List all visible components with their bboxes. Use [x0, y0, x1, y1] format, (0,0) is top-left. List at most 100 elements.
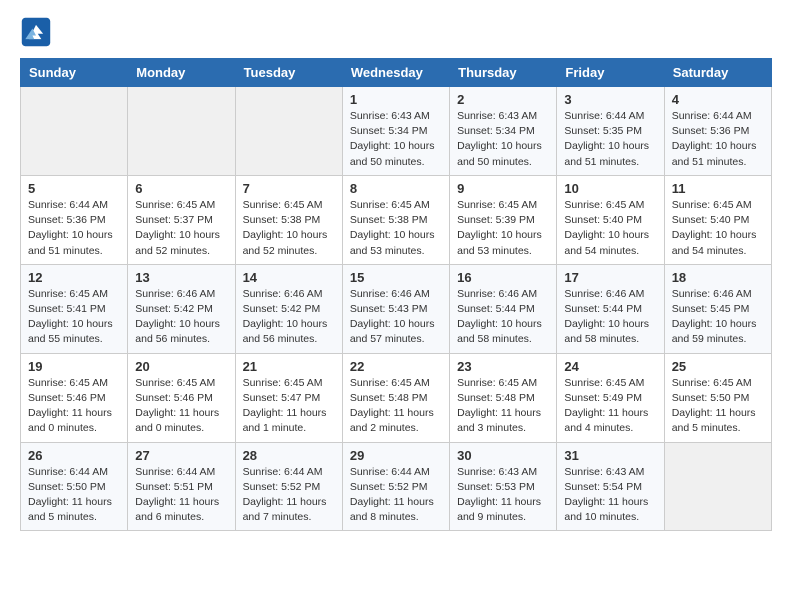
day-number: 31 — [564, 448, 656, 463]
calendar-cell: 29 Sunrise: 6:44 AMSunset: 5:52 PMDayligh… — [342, 442, 449, 531]
day-info: Sunrise: 6:45 AMSunset: 5:46 PMDaylight:… — [28, 376, 120, 437]
day-info: Sunrise: 6:46 AMSunset: 5:43 PMDaylight:… — [350, 287, 442, 348]
day-info: Sunrise: 6:43 AMSunset: 5:53 PMDaylight:… — [457, 465, 549, 526]
calendar-week-4: 19 Sunrise: 6:45 AMSunset: 5:46 PMDayligh… — [21, 353, 772, 442]
calendar-cell — [235, 87, 342, 176]
calendar-header-friday: Friday — [557, 59, 664, 87]
calendar-week-5: 26 Sunrise: 6:44 AMSunset: 5:50 PMDayligh… — [21, 442, 772, 531]
day-number: 9 — [457, 181, 549, 196]
day-number: 23 — [457, 359, 549, 374]
day-info: Sunrise: 6:45 AMSunset: 5:50 PMDaylight:… — [672, 376, 764, 437]
calendar-cell: 31 Sunrise: 6:43 AMSunset: 5:54 PMDayligh… — [557, 442, 664, 531]
calendar-cell: 3 Sunrise: 6:44 AMSunset: 5:35 PMDaylight… — [557, 87, 664, 176]
calendar-cell: 10Sunrise: 6:45 AMSunset: 5:40 PMDayligh… — [557, 175, 664, 264]
day-number: 8 — [350, 181, 442, 196]
calendar-cell: 11 Sunrise: 6:45 AMSunset: 5:40 PMDayligh… — [664, 175, 771, 264]
day-number: 5 — [28, 181, 120, 196]
day-number: 7 — [243, 181, 335, 196]
day-number: 6 — [135, 181, 227, 196]
day-info: Sunrise: 6:44 AMSunset: 5:50 PMDaylight:… — [28, 465, 120, 526]
calendar-cell: 17 Sunrise: 6:46 AMSunset: 5:44 PMDayligh… — [557, 264, 664, 353]
calendar-week-3: 12Sunrise: 6:45 AMSunset: 5:41 PMDayligh… — [21, 264, 772, 353]
calendar-cell: 30Sunrise: 6:43 AMSunset: 5:53 PMDayligh… — [450, 442, 557, 531]
day-info: Sunrise: 6:44 AMSunset: 5:36 PMDaylight:… — [672, 109, 764, 170]
calendar-cell: 13Sunrise: 6:46 AMSunset: 5:42 PMDayligh… — [128, 264, 235, 353]
calendar-cell: 8 Sunrise: 6:45 AMSunset: 5:38 PMDaylight… — [342, 175, 449, 264]
day-number: 28 — [243, 448, 335, 463]
header — [20, 16, 772, 48]
day-number: 22 — [350, 359, 442, 374]
calendar-cell: 27Sunrise: 6:44 AMSunset: 5:51 PMDayligh… — [128, 442, 235, 531]
calendar-cell — [128, 87, 235, 176]
calendar-cell: 23 Sunrise: 6:45 AMSunset: 5:48 PMDayligh… — [450, 353, 557, 442]
calendar-cell: 20Sunrise: 6:45 AMSunset: 5:46 PMDayligh… — [128, 353, 235, 442]
calendar-cell: 19 Sunrise: 6:45 AMSunset: 5:46 PMDayligh… — [21, 353, 128, 442]
calendar-cell: 26 Sunrise: 6:44 AMSunset: 5:50 PMDayligh… — [21, 442, 128, 531]
calendar-week-2: 5Sunrise: 6:44 AMSunset: 5:36 PMDaylight… — [21, 175, 772, 264]
day-info: Sunrise: 6:45 AMSunset: 5:38 PMDaylight:… — [350, 198, 442, 259]
day-number: 1 — [350, 92, 442, 107]
day-number: 4 — [672, 92, 764, 107]
calendar-header-saturday: Saturday — [664, 59, 771, 87]
calendar-week-1: 1 Sunrise: 6:43 AMSunset: 5:34 PMDaylight… — [21, 87, 772, 176]
calendar-cell: 28Sunrise: 6:44 AMSunset: 5:52 PMDayligh… — [235, 442, 342, 531]
calendar-cell — [21, 87, 128, 176]
day-number: 14 — [243, 270, 335, 285]
day-info: Sunrise: 6:45 AMSunset: 5:38 PMDaylight:… — [243, 198, 335, 259]
calendar-cell — [664, 442, 771, 531]
day-info: Sunrise: 6:46 AMSunset: 5:45 PMDaylight:… — [672, 287, 764, 348]
calendar-cell: 2 Sunrise: 6:43 AMSunset: 5:34 PMDaylight… — [450, 87, 557, 176]
calendar-cell: 24 Sunrise: 6:45 AMSunset: 5:49 PMDayligh… — [557, 353, 664, 442]
day-info: Sunrise: 6:46 AMSunset: 5:44 PMDaylight:… — [564, 287, 656, 348]
calendar-cell: 9 Sunrise: 6:45 AMSunset: 5:39 PMDaylight… — [450, 175, 557, 264]
day-number: 29 — [350, 448, 442, 463]
day-info: Sunrise: 6:46 AMSunset: 5:44 PMDaylight:… — [457, 287, 549, 348]
calendar-header-monday: Monday — [128, 59, 235, 87]
logo — [20, 16, 56, 48]
day-info: Sunrise: 6:45 AMSunset: 5:41 PMDaylight:… — [28, 287, 120, 348]
day-number: 17 — [564, 270, 656, 285]
day-info: Sunrise: 6:44 AMSunset: 5:52 PMDaylight:… — [350, 465, 442, 526]
day-number: 11 — [672, 181, 764, 196]
calendar-header-sunday: Sunday — [21, 59, 128, 87]
day-number: 19 — [28, 359, 120, 374]
day-info: Sunrise: 6:44 AMSunset: 5:35 PMDaylight:… — [564, 109, 656, 170]
calendar-cell: 16 Sunrise: 6:46 AMSunset: 5:44 PMDayligh… — [450, 264, 557, 353]
calendar-header-wednesday: Wednesday — [342, 59, 449, 87]
day-info: Sunrise: 6:45 AMSunset: 5:39 PMDaylight:… — [457, 198, 549, 259]
calendar-table: SundayMondayTuesdayWednesdayThursdayFrid… — [20, 58, 772, 531]
day-info: Sunrise: 6:45 AMSunset: 5:40 PMDaylight:… — [564, 198, 656, 259]
calendar-cell: 18Sunrise: 6:46 AMSunset: 5:45 PMDayligh… — [664, 264, 771, 353]
day-number: 21 — [243, 359, 335, 374]
calendar-cell: 21 Sunrise: 6:45 AMSunset: 5:47 PMDayligh… — [235, 353, 342, 442]
day-info: Sunrise: 6:46 AMSunset: 5:42 PMDaylight:… — [135, 287, 227, 348]
day-number: 15 — [350, 270, 442, 285]
day-number: 16 — [457, 270, 549, 285]
calendar-header-tuesday: Tuesday — [235, 59, 342, 87]
day-number: 2 — [457, 92, 549, 107]
day-number: 3 — [564, 92, 656, 107]
calendar-cell: 12Sunrise: 6:45 AMSunset: 5:41 PMDayligh… — [21, 264, 128, 353]
day-info: Sunrise: 6:46 AMSunset: 5:42 PMDaylight:… — [243, 287, 335, 348]
day-number: 26 — [28, 448, 120, 463]
calendar-cell: 6 Sunrise: 6:45 AMSunset: 5:37 PMDaylight… — [128, 175, 235, 264]
calendar-header-thursday: Thursday — [450, 59, 557, 87]
calendar-cell: 1 Sunrise: 6:43 AMSunset: 5:34 PMDaylight… — [342, 87, 449, 176]
calendar-cell: 5Sunrise: 6:44 AMSunset: 5:36 PMDaylight… — [21, 175, 128, 264]
logo-icon — [20, 16, 52, 48]
calendar-cell: 15 Sunrise: 6:46 AMSunset: 5:43 PMDayligh… — [342, 264, 449, 353]
day-info: Sunrise: 6:45 AMSunset: 5:49 PMDaylight:… — [564, 376, 656, 437]
day-info: Sunrise: 6:43 AMSunset: 5:54 PMDaylight:… — [564, 465, 656, 526]
day-info: Sunrise: 6:45 AMSunset: 5:47 PMDaylight:… — [243, 376, 335, 437]
day-info: Sunrise: 6:45 AMSunset: 5:48 PMDaylight:… — [457, 376, 549, 437]
day-info: Sunrise: 6:43 AMSunset: 5:34 PMDaylight:… — [350, 109, 442, 170]
day-info: Sunrise: 6:45 AMSunset: 5:48 PMDaylight:… — [350, 376, 442, 437]
calendar-cell: 14 Sunrise: 6:46 AMSunset: 5:42 PMDayligh… — [235, 264, 342, 353]
day-info: Sunrise: 6:45 AMSunset: 5:46 PMDaylight:… — [135, 376, 227, 437]
day-info: Sunrise: 6:43 AMSunset: 5:34 PMDaylight:… — [457, 109, 549, 170]
day-number: 24 — [564, 359, 656, 374]
day-info: Sunrise: 6:45 AMSunset: 5:37 PMDaylight:… — [135, 198, 227, 259]
day-number: 27 — [135, 448, 227, 463]
calendar-cell: 22 Sunrise: 6:45 AMSunset: 5:48 PMDayligh… — [342, 353, 449, 442]
day-info: Sunrise: 6:45 AMSunset: 5:40 PMDaylight:… — [672, 198, 764, 259]
